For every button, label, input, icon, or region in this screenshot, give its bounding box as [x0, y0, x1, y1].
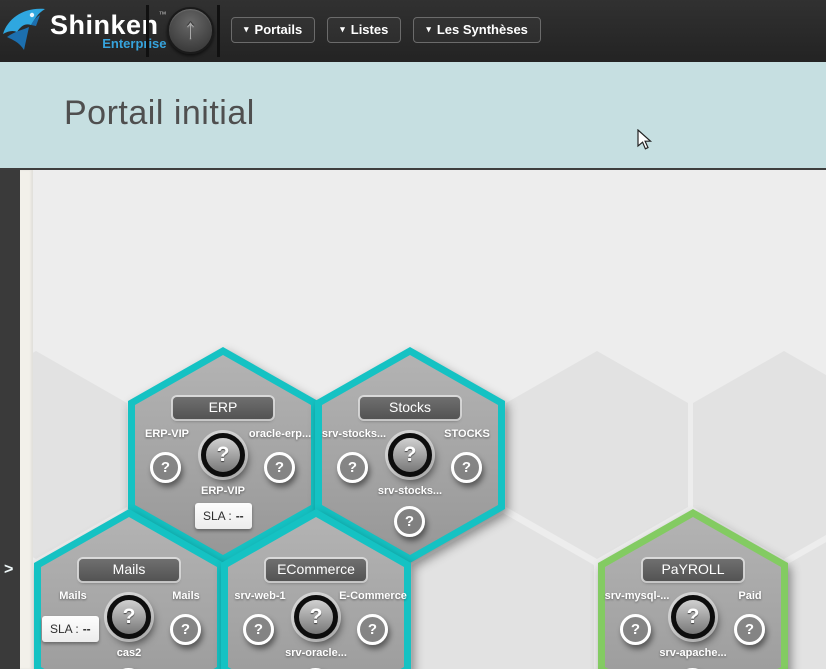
sla-badge: SLA :-- — [42, 616, 99, 642]
menu-label: Portails — [255, 22, 303, 37]
status-badge-unknown[interactable]: ? — [201, 433, 245, 477]
hex-title: PaYROLL — [643, 559, 743, 581]
scroll-top-button[interactable]: ↑ — [167, 7, 214, 54]
element-label: srv-apache... — [659, 647, 726, 659]
shinken-logo[interactable]: Shinken™ Enterprise — [2, 4, 167, 56]
element-label: srv-mysql-... — [605, 590, 670, 602]
element-label: ERP-VIP — [145, 428, 189, 440]
status-badge-unknown[interactable]: ? — [388, 433, 432, 477]
status-badge-unknown[interactable]: ? — [451, 452, 482, 483]
element-label: srv-stocks... — [322, 428, 386, 440]
element-label: Paid — [738, 590, 761, 602]
status-badge-unknown[interactable]: ? — [294, 595, 338, 639]
sidebar-expand-icon[interactable]: > — [4, 562, 13, 578]
shinken-fish-icon — [2, 4, 48, 56]
status-badge-unknown[interactable]: ? — [357, 614, 388, 645]
status-badge-unknown[interactable]: ? — [170, 614, 201, 645]
page-header: Portail initial — [0, 62, 826, 170]
top-bar: Shinken™ Enterprise ↑ ▾ Portails ▾ Liste… — [0, 0, 826, 62]
menu-label: Les Synthèses — [437, 22, 528, 37]
page-title: Portail initial — [64, 94, 255, 133]
menu-les-syntheses[interactable]: ▾ Les Synthèses — [413, 17, 541, 43]
element-label: srv-stocks... — [378, 485, 442, 497]
chevron-down-icon: ▾ — [340, 24, 345, 35]
chevron-down-icon: ▾ — [244, 24, 249, 35]
hexagon-ecommerce[interactable]: ECommerce srv-web-1 E-Commerce ? ? ? srv… — [221, 509, 411, 669]
element-label: ERP-VIP — [201, 485, 245, 497]
chevron-down-icon: ▾ — [426, 24, 431, 35]
menu-label: Listes — [351, 22, 389, 37]
hexagon-payroll[interactable]: PaYROLL srv-mysql-... Paid ? ? ? srv-apa… — [598, 509, 788, 669]
hex-title: ERP — [173, 397, 273, 419]
hex-title: Mails — [79, 559, 179, 581]
up-arrow-icon: ↑ — [184, 15, 198, 43]
topbar-separator — [217, 5, 220, 57]
hexagon-mails[interactable]: Mails Mails Mails ? SLA :-- ? cas2 ? — [34, 509, 224, 669]
status-badge-unknown[interactable]: ? — [620, 614, 651, 645]
element-label: oracle-erp... — [249, 428, 311, 440]
status-badge-unknown[interactable]: ? — [671, 595, 715, 639]
hex-title: ECommerce — [266, 559, 366, 581]
element-label: Mails — [172, 590, 200, 602]
main-menu: ▾ Portails ▾ Listes ▾ Les Synthèses — [231, 17, 541, 43]
status-badge-unknown[interactable]: ? — [734, 614, 765, 645]
topbar-separator — [146, 5, 149, 57]
status-badge-unknown[interactable]: ? — [264, 452, 295, 483]
element-label: Mails — [59, 590, 87, 602]
element-label: srv-web-1 — [234, 590, 285, 602]
status-badge-unknown[interactable]: ? — [337, 452, 368, 483]
menu-listes[interactable]: ▾ Listes — [327, 17, 401, 43]
status-badge-unknown[interactable]: ? — [150, 452, 181, 483]
element-label: srv-oracle... — [285, 647, 347, 659]
element-label: STOCKS — [444, 428, 490, 440]
status-badge-unknown[interactable]: ? — [243, 614, 274, 645]
sidebar-strip — [20, 170, 33, 669]
sidebar-rail: > — [0, 170, 20, 669]
element-label: cas2 — [117, 647, 141, 659]
logo-trademark: ™ — [159, 10, 167, 19]
menu-portails[interactable]: ▾ Portails — [231, 17, 315, 43]
element-label: E-Commerce — [339, 590, 407, 602]
hex-map-canvas: ERP ERP-VIP oracle-erp... ? ? ? ERP-VIP … — [0, 170, 826, 669]
status-badge-unknown[interactable]: ? — [107, 595, 151, 639]
hex-title: Stocks — [360, 397, 460, 419]
